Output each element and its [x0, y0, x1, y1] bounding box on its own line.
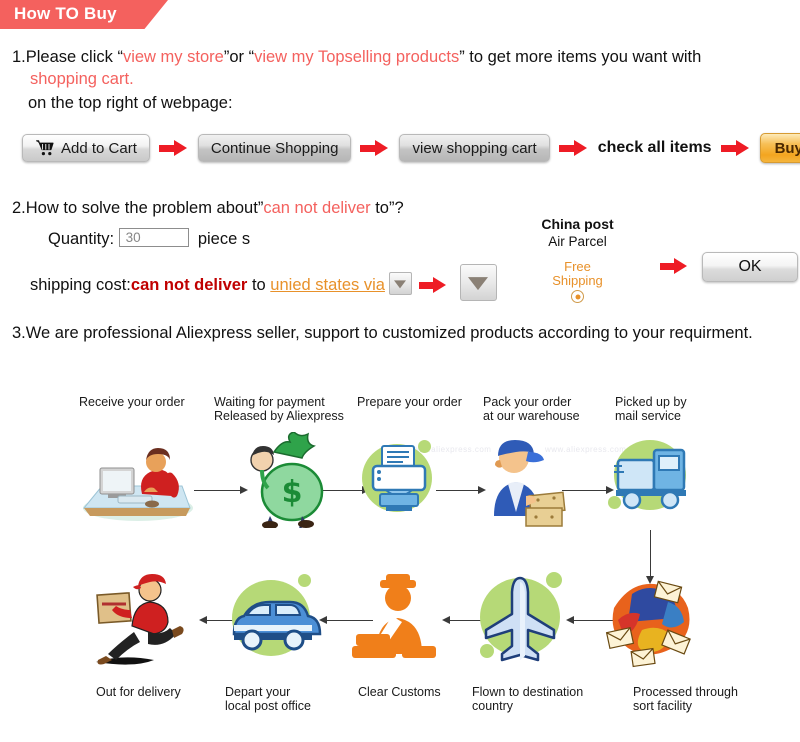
airplane-icon: [468, 568, 574, 672]
buy-now-button[interactable]: Buy now: [759, 133, 800, 163]
free-shipping-line1: Free: [564, 259, 591, 274]
free-shipping-line2: Shipping: [552, 273, 603, 288]
step3-line: 3.We are professional Aliexpress seller,…: [12, 324, 753, 343]
arrow-right-icon-2: [360, 140, 390, 156]
country-via-link[interactable]: unied states via: [270, 276, 385, 294]
flow-label-waiting-payment: Waiting for payment Released by Aliexpre…: [214, 395, 344, 423]
delivery-van-icon: [222, 570, 322, 670]
check-all-items-label: check all items: [597, 139, 712, 156]
quantity-input[interactable]: 30: [118, 228, 189, 247]
country-dropdown-button[interactable]: [388, 272, 412, 295]
step1-line3: on the top right of webpage:: [28, 94, 233, 112]
arrowhead-7: [442, 616, 450, 624]
flow-label-prepare-order: Prepare your order: [357, 395, 462, 409]
page-title: How TO Buy: [14, 4, 117, 23]
free-shipping-radio[interactable]: [571, 290, 584, 303]
flow-label-out-for-delivery: Out for delivery: [96, 685, 181, 699]
customs-officer-icon: [352, 572, 442, 664]
shopping-cart-icon: [35, 140, 55, 156]
step1-text-a: Please click “: [25, 48, 123, 66]
mail-sorting-icon: [598, 568, 702, 672]
quantity-row: Quantity: 30 piece s: [48, 228, 250, 249]
view-my-topselling-products-link[interactable]: view my Topselling products: [254, 48, 459, 66]
buy-now-label: Buy now: [774, 139, 800, 157]
view-shopping-cart-button[interactable]: view shopping cart: [399, 134, 550, 162]
step2-text-highlight: can not deliver: [263, 199, 371, 217]
step2-number: 2.: [12, 199, 26, 217]
shipping-service-label: Air Parcel: [548, 234, 607, 249]
step1-text-c: ” to get more items you want with: [459, 48, 702, 66]
add-to-cart-button[interactable]: Add to Cart: [22, 134, 150, 162]
arrow-right-icon-1: [158, 140, 189, 156]
svg-text:$: $: [282, 475, 303, 510]
shipping-cost-warning: can not deliver: [130, 276, 248, 294]
delivery-truck-icon: [608, 436, 694, 522]
shipping-cost-label: shipping cost:: [30, 276, 131, 294]
arrow-right-icon-6: [660, 258, 690, 274]
printer-icon: [360, 438, 438, 518]
arrow-right-icon-4: [720, 140, 751, 156]
shipping-carrier-label: China post: [541, 216, 614, 232]
step1-line2: shopping cart.: [30, 70, 134, 88]
free-shipping-label: Free Shipping: [530, 260, 625, 288]
flow-label-processed-sort: Processed through sort facility: [633, 685, 738, 713]
shipping-cost-row: shipping cost:can not deliver to unied s…: [30, 264, 497, 301]
flow-label-picked-up: Picked up by mail service: [615, 395, 687, 423]
step1-number: 1.: [12, 48, 26, 66]
connector-2: [320, 490, 364, 491]
shipping-to-text: to: [247, 276, 271, 294]
ok-button[interactable]: OK: [702, 252, 798, 282]
step2-text-a: How to solve the problem about”: [25, 199, 264, 217]
flow-label-depart-post-office: Depart your local post office: [225, 685, 311, 713]
continue-shopping-button[interactable]: Continue Shopping: [197, 134, 352, 162]
quantity-unit-label: piece s: [197, 230, 251, 248]
flow-label-receive-order: Receive your order: [79, 395, 185, 409]
checkout-button-row: Add to Cart Continue Shopping view shopp…: [22, 130, 800, 166]
shipping-method-dropdown-button[interactable]: [459, 264, 497, 301]
step3-text: We are professional Aliexpress seller, s…: [25, 324, 753, 342]
flow-label-flown-destination: Flown to destination country: [472, 685, 584, 713]
step3-number: 3.: [12, 324, 26, 342]
warehouse-worker-icon: [478, 434, 570, 528]
view-shopping-cart-label: view shopping cart: [412, 139, 537, 157]
flow-label-pack-order: Pack your order at our warehouse: [483, 395, 580, 423]
shipping-option-block: China post Air Parcel Free Shipping: [530, 216, 625, 308]
connector-1: [194, 490, 242, 491]
shipping-process-flow-diagram: www.aliexpress.com www.aliexpress.com Re…: [0, 370, 800, 742]
continue-shopping-label: Continue Shopping: [210, 139, 339, 157]
view-my-store-link[interactable]: view my store: [123, 48, 224, 66]
step1-text-b: ”or “: [223, 48, 255, 66]
step1-line1: 1.Please click “view my store”or “view m…: [12, 48, 701, 67]
quantity-label: Quantity:: [48, 230, 115, 248]
person-at-computer-icon: [78, 442, 194, 524]
arrow-right-icon-3: [558, 140, 589, 156]
arrowhead-5: [199, 616, 207, 624]
flow-label-clear-customs: Clear Customs: [358, 685, 441, 699]
arrow-right-icon-5: [418, 277, 449, 293]
page-header-banner: How TO Buy: [0, 0, 800, 29]
connector-3: [436, 490, 480, 491]
add-to-cart-label: Add to Cart: [61, 139, 137, 157]
money-bag-icon: $: [240, 431, 326, 529]
running-courier-icon: [88, 570, 198, 670]
step2-text-b: to”?: [370, 199, 404, 217]
step2-line1: 2.How to solve the problem about”can not…: [12, 199, 404, 218]
